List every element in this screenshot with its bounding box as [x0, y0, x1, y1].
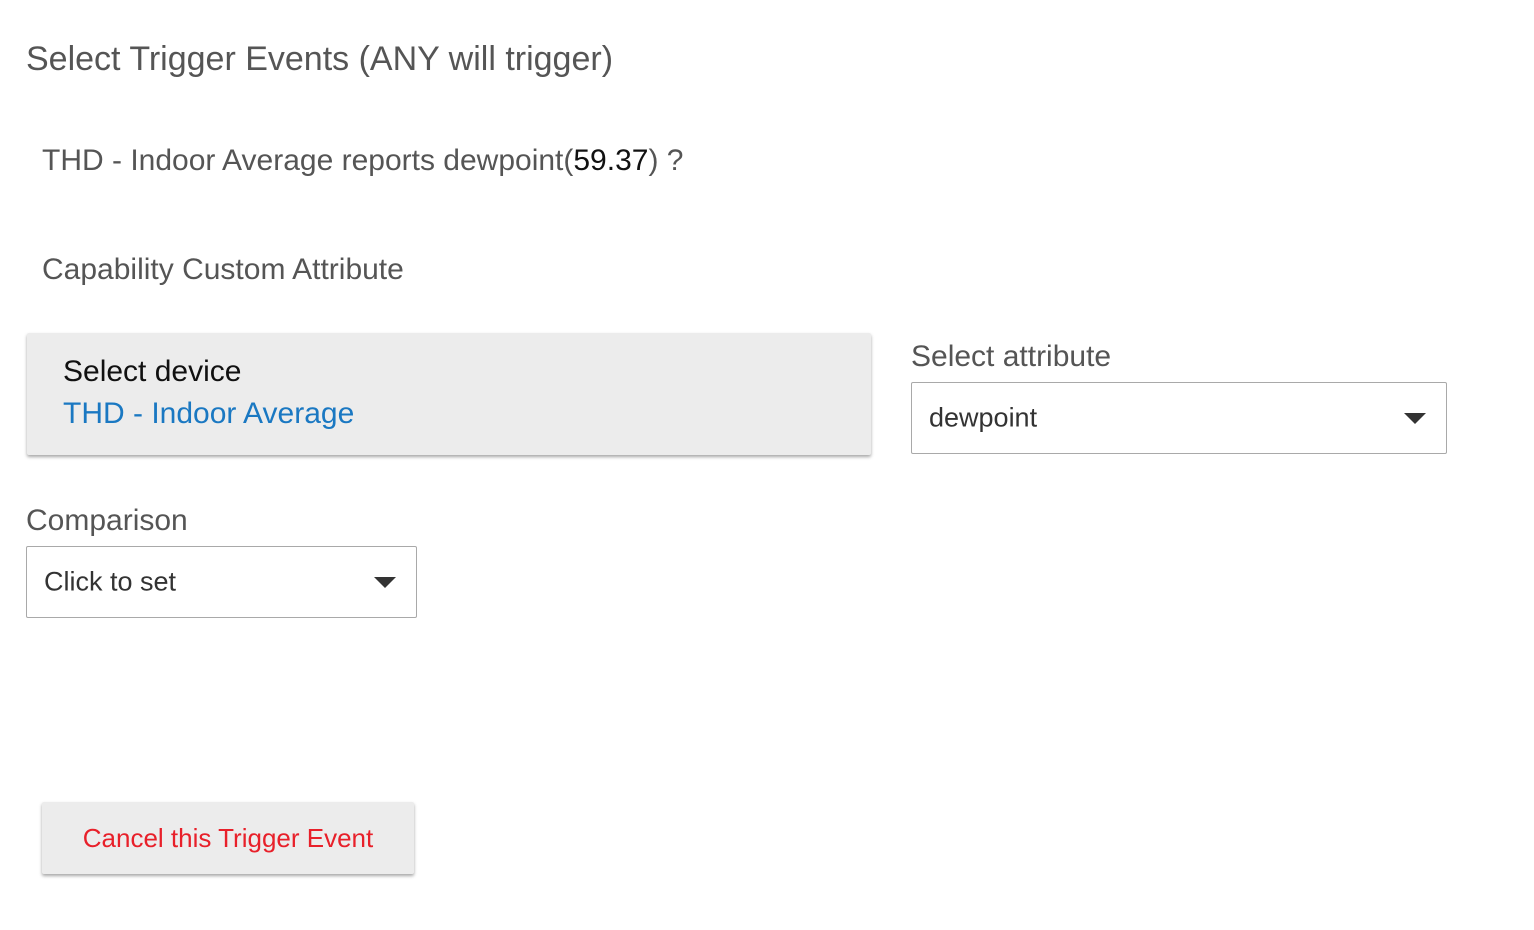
comparison-dropdown[interactable]: Click to set: [26, 546, 417, 618]
select-device-button[interactable]: Select device THD - Indoor Average: [27, 333, 871, 455]
trigger-summary: THD - Indoor Average reports dewpoint(59…: [42, 144, 683, 178]
trigger-summary-prefix: THD - Indoor Average reports dewpoint(: [42, 144, 574, 177]
caret-down-icon: [1404, 413, 1426, 424]
comparison-label: Comparison: [26, 504, 188, 537]
capability-label: Capability Custom Attribute: [42, 253, 404, 286]
trigger-events-page: Select Trigger Events (ANY will trigger)…: [0, 0, 1534, 930]
cancel-trigger-event-button[interactable]: Cancel this Trigger Event: [42, 802, 414, 874]
select-attribute-dropdown[interactable]: dewpoint: [911, 382, 1447, 454]
trigger-current-value: 59.37: [573, 144, 649, 177]
comparison-selected-value: Click to set: [44, 566, 177, 597]
select-device-label: Select device: [63, 355, 242, 388]
selected-device-value: THD - Indoor Average: [63, 397, 355, 430]
page-title: Select Trigger Events (ANY will trigger): [26, 40, 614, 78]
selected-attribute-value: dewpoint: [929, 402, 1038, 433]
caret-down-icon: [374, 577, 396, 588]
select-attribute-label: Select attribute: [911, 340, 1112, 373]
trigger-summary-suffix: ) ?: [648, 144, 684, 177]
